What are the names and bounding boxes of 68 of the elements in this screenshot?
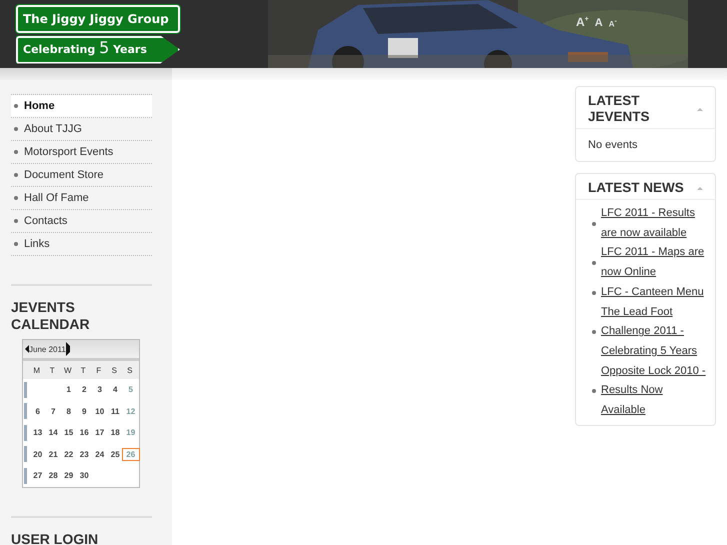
calendar-day[interactable]: 18 — [108, 427, 123, 438]
calendar-day[interactable]: 28 — [46, 470, 61, 482]
bullet-icon — [592, 261, 596, 266]
previous-month-icon[interactable] — [25, 345, 29, 353]
calendar-day[interactable]: 6 — [30, 406, 46, 417]
news-link[interactable]: LFC 2011 - Results are now available — [601, 204, 707, 244]
month-label: June 2011 — [29, 344, 66, 354]
week-link[interactable] — [24, 403, 27, 420]
weekday-label: T — [80, 366, 87, 374]
calendar-day[interactable]: 27 — [30, 470, 46, 482]
week-link[interactable] — [24, 424, 27, 441]
week-link[interactable] — [24, 446, 27, 462]
bullet-icon — [592, 222, 596, 226]
menu-item[interactable]: Contacts — [11, 210, 152, 233]
collapse-icon[interactable] — [697, 108, 703, 110]
module-title: LATEST NEWS — [588, 180, 684, 196]
calendar-day[interactable]: 4 — [108, 384, 123, 396]
calendar-day[interactable]: 25 — [108, 448, 123, 460]
week-link[interactable] — [24, 382, 27, 398]
calendar-day[interactable]: 17 — [92, 427, 108, 438]
calendar-day[interactable]: 21 — [46, 448, 61, 460]
calendar-day[interactable]: 2 — [76, 384, 92, 396]
news-link[interactable]: LFC 2011 - Maps are now Online — [601, 243, 707, 283]
news-link[interactable]: LFC - Canteen Menu — [601, 282, 707, 303]
calendar-day[interactable]: 7 — [46, 406, 61, 417]
module-title: LATEST JEVENTS — [588, 93, 651, 125]
menu-item[interactable]: Motorsport Events — [11, 141, 152, 164]
calendar-day[interactable]: 24 — [92, 448, 108, 460]
no-events-text: No events — [587, 138, 639, 153]
bullet-icon — [592, 330, 596, 334]
calendar-day[interactable]: 15 — [61, 427, 76, 438]
menu-item[interactable]: Home — [11, 95, 152, 118]
font-size-button[interactable]: A$^{+}$ — [576, 15, 589, 29]
calendar-day[interactable]: 13 — [30, 427, 46, 438]
weekday-label: S — [110, 366, 118, 374]
calendar-day[interactable]: 8 — [61, 406, 76, 417]
calendar-day[interactable]: 1 — [61, 384, 76, 396]
module-title: JEVENTS CALENDAR — [11, 299, 91, 333]
menu-item[interactable]: Hall Of Fame — [11, 187, 152, 210]
calendar-day[interactable]: 29 — [61, 470, 76, 482]
weekday-label: S — [126, 366, 134, 374]
calendar-day[interactable]: 10 — [92, 406, 108, 417]
bullet-icon — [592, 290, 596, 295]
font-size-button[interactable]: A — [594, 17, 603, 29]
menu-item[interactable]: Links — [11, 233, 152, 256]
menu-item[interactable]: Document Store — [11, 164, 152, 187]
calendar-day[interactable]: 22 — [61, 448, 76, 460]
collapse-icon[interactable] — [697, 186, 703, 190]
weekday-label: M — [32, 366, 42, 374]
calendar-day[interactable]: 23 — [76, 448, 92, 460]
calendar-day[interactable]: 30 — [76, 470, 92, 482]
module-title: USER LOGIN — [11, 530, 100, 545]
font-size-button[interactable]: A$^{-}$ — [608, 18, 617, 29]
calendar-day[interactable]: 16 — [76, 427, 92, 438]
logo-title[interactable]: The Jiggy Jiggy Group — [16, 4, 180, 32]
week-link[interactable] — [24, 468, 27, 484]
calendar-day[interactable]: 11 — [108, 406, 123, 417]
bullet-icon — [592, 389, 596, 394]
weekday-label: T — [48, 366, 56, 374]
calendar-day[interactable]: 9 — [76, 406, 92, 417]
calendar-day[interactable]: 14 — [46, 427, 61, 438]
weekday-label: W — [62, 366, 73, 374]
menu-item[interactable]: About TJJG — [11, 118, 152, 141]
weekday-label: F — [95, 366, 102, 374]
calendar-day[interactable]: 3 — [92, 384, 108, 396]
news-link[interactable]: The Lead Foot Challenge 2011 - Celebrating 5 Years — [601, 302, 707, 362]
calendar-day[interactable]: 20 — [30, 448, 46, 460]
news-link[interactable]: Opposite Lock 2010 - Results Now Available — [601, 362, 707, 421]
